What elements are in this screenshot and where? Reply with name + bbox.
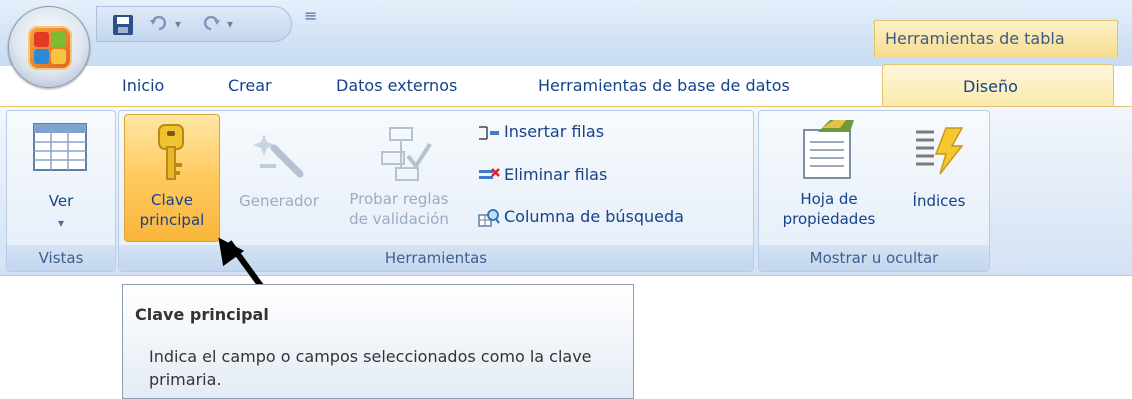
tab-crear[interactable]: Crear <box>228 76 272 95</box>
ver-button[interactable]: Ver ▾ <box>12 114 110 244</box>
eliminar-filas-label: Eliminar filas <box>504 165 608 184</box>
indices-label: Índices <box>912 192 966 210</box>
customize-toolbar-icon[interactable]: ≡ <box>304 6 317 25</box>
context-tab-header: Herramientas de tabla <box>874 20 1118 58</box>
probar-reglas-button[interactable]: Probar reglas de validación <box>334 114 464 244</box>
columna-busqueda-label: Columna de búsqueda <box>504 207 684 226</box>
quick-access-toolbar: ▾ ▾ <box>96 6 292 42</box>
generador-label: Generador <box>239 192 319 210</box>
redo-icon[interactable] <box>201 13 221 35</box>
ver-dropdown-icon: ▾ <box>57 216 65 230</box>
property-sheet-icon <box>803 120 854 179</box>
hoja-propiedades-line2: propiedades <box>782 210 876 228</box>
indices-button[interactable]: Índices <box>894 114 984 244</box>
clave-principal-button[interactable]: Clave principal <box>124 114 220 242</box>
generador-button[interactable]: Generador <box>224 114 334 244</box>
office-logo-icon <box>28 26 72 70</box>
insert-rows-icon <box>479 126 499 140</box>
undo-dropdown-icon[interactable]: ▾ <box>175 13 181 35</box>
tab-datos-externos[interactable]: Datos externos <box>336 76 457 95</box>
indexes-icon <box>916 127 964 175</box>
tab-inicio[interactable]: Inicio <box>122 76 164 95</box>
clave-principal-line2: principal <box>139 211 205 229</box>
lookup-column-icon <box>478 209 500 227</box>
ver-label: Ver <box>48 192 74 210</box>
tab-diseno-label: Diseño <box>963 77 1018 96</box>
office-button[interactable] <box>8 6 90 88</box>
probar-reglas-line1: Probar reglas <box>349 190 449 208</box>
tab-diseno[interactable]: Diseño <box>882 64 1114 108</box>
tooltip: Clave principal Indica el campo o campos… <box>122 284 634 399</box>
insertar-filas-label: Insertar filas <box>504 122 605 141</box>
probar-reglas-line2: de validación <box>349 210 449 228</box>
context-tab-label: Herramientas de tabla <box>885 29 1065 48</box>
table-view-icon <box>33 123 87 171</box>
tooltip-title: Clave principal <box>135 305 269 324</box>
hoja-propiedades-line1: Hoja de <box>800 190 858 208</box>
undo-icon[interactable] <box>149 13 169 35</box>
delete-rows-icon <box>479 168 500 179</box>
tab-herramientas-base-datos[interactable]: Herramientas de base de datos <box>538 76 790 95</box>
save-icon[interactable] <box>113 15 133 35</box>
redo-dropdown-icon[interactable]: ▾ <box>227 13 233 35</box>
validation-rules-icon <box>381 127 432 181</box>
tooltip-body: Indica el campo o campos seleccionados c… <box>149 347 592 389</box>
group-mostrar-ocultar-label: Mostrar u ocultar <box>759 245 989 271</box>
clave-principal-line1: Clave <box>151 191 193 209</box>
wand-icon <box>253 134 304 178</box>
group-vistas-label: Vistas <box>7 245 115 271</box>
hoja-propiedades-button[interactable]: Hoja de propiedades <box>766 114 892 244</box>
key-icon <box>158 124 184 180</box>
